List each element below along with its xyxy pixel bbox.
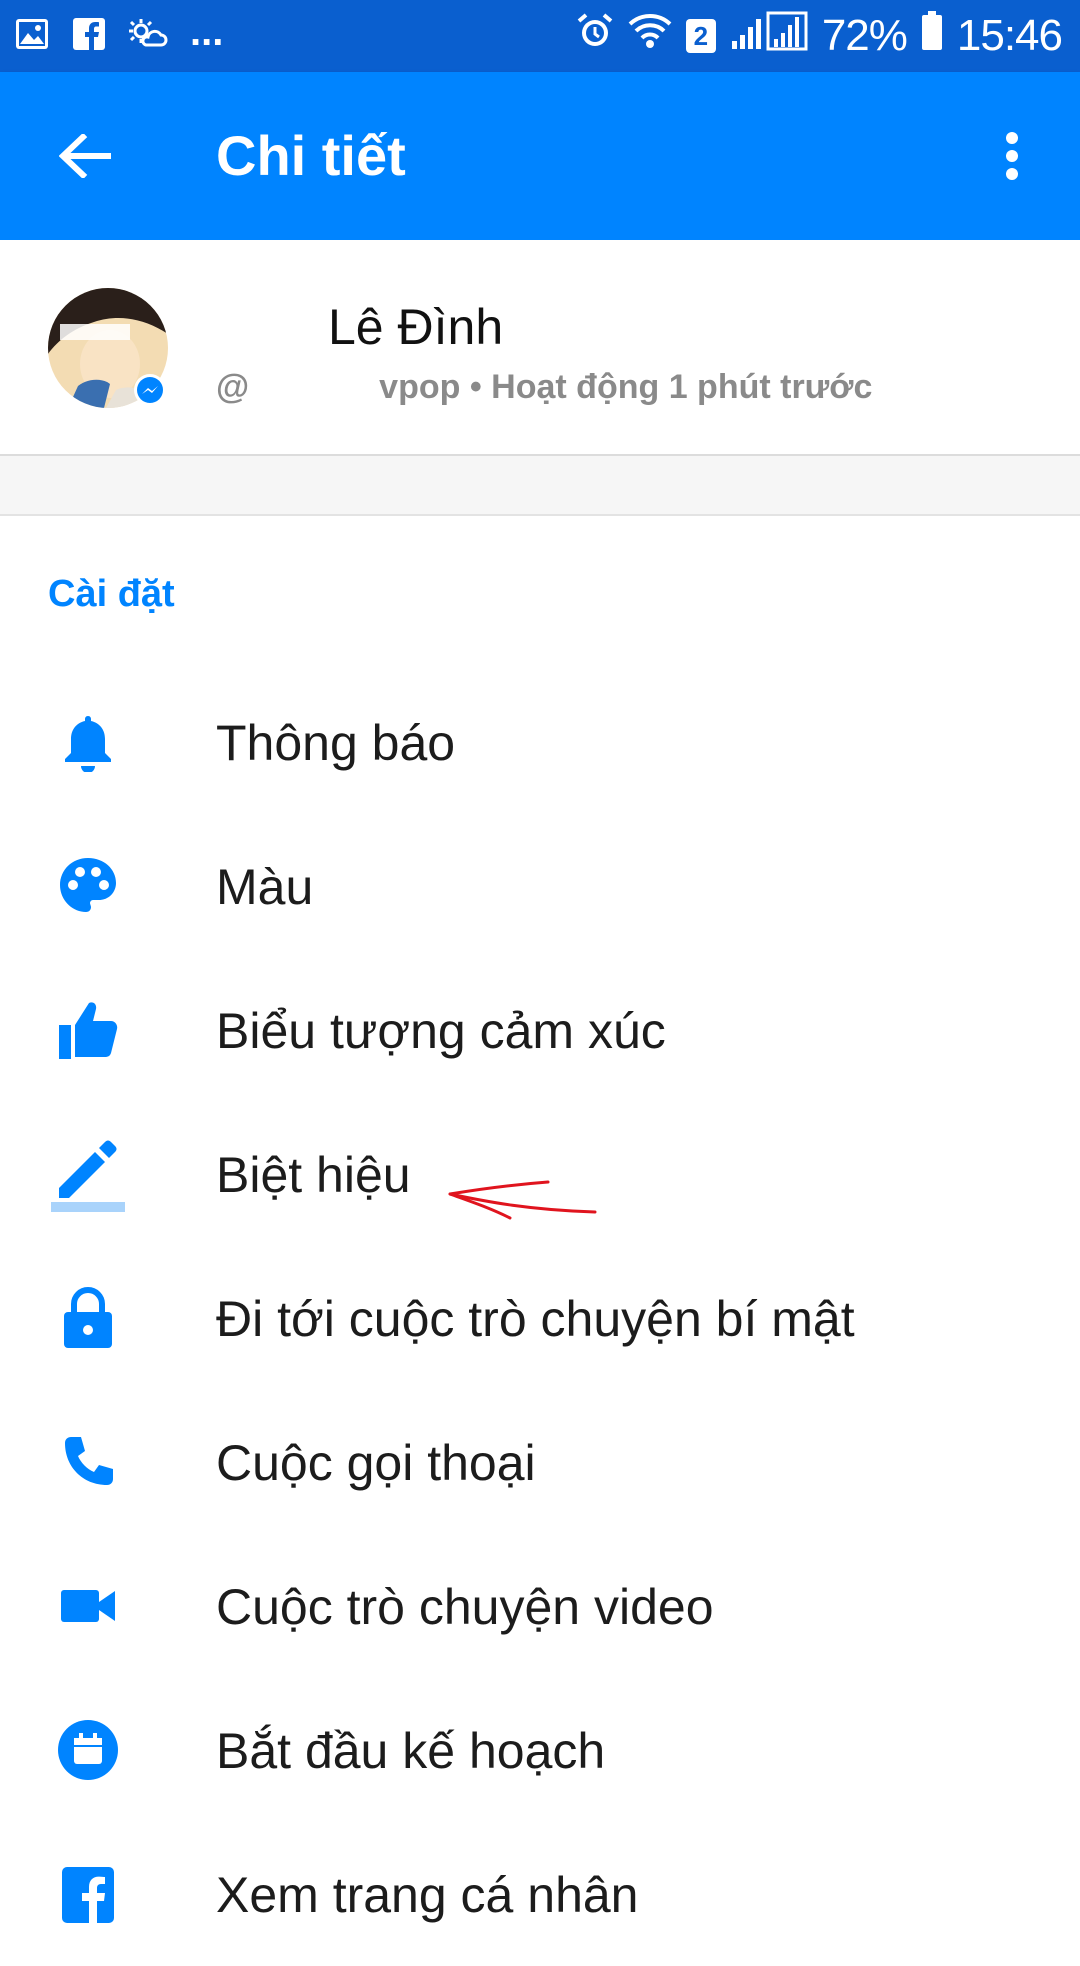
phone-icon: [48, 1422, 128, 1502]
palette-icon: [48, 846, 128, 926]
settings-item-notifications[interactable]: Thông báo: [0, 670, 1080, 814]
notification-area: ...: [14, 12, 223, 60]
back-button[interactable]: [40, 116, 130, 196]
profile-name: Lê Đình: [328, 299, 504, 355]
alarm-icon: [576, 11, 614, 61]
gallery-icon: [14, 17, 50, 56]
profile-header[interactable]: Lê Đình @ vpop • Hoạt động 1 phút trước: [0, 240, 1080, 456]
settings-item-label: Thông báo: [216, 715, 456, 771]
sim-badge: 2: [685, 19, 716, 53]
settings-item-label: Biệt hiệu: [216, 1147, 411, 1203]
pencil-icon: [48, 1134, 128, 1214]
battery-icon: [921, 10, 943, 62]
username-prefix: @: [216, 368, 250, 406]
clock: 15:46: [956, 11, 1063, 60]
settings-item-color[interactable]: Màu: [0, 814, 1080, 958]
settings-item-label: Cuộc trò chuyện video: [216, 1579, 714, 1635]
more-vertical-icon: [1006, 132, 1018, 180]
settings-item-label: Biểu tượng cảm xúc: [216, 1003, 666, 1059]
status-bar: ... 2 72% 15:46: [0, 0, 1080, 72]
battery-percent: 72%: [821, 11, 908, 60]
settings-item-label: Bắt đầu kế hoạch: [216, 1723, 606, 1779]
settings-item-voice-call[interactable]: Cuộc gọi thoại: [0, 1390, 1080, 1534]
annotation-arrow: [448, 1180, 597, 1220]
activity-status: • Hoạt động 1 phút trước: [469, 368, 873, 406]
facebook-icon: [48, 1854, 128, 1934]
lock-icon: [48, 1278, 128, 1358]
settings-item-label: Cuộc gọi thoại: [216, 1435, 536, 1491]
more-notifications-indicator: ...: [190, 10, 224, 54]
profile-status: @ vpop • Hoạt động 1 phút trước: [216, 366, 872, 408]
section-divider: [0, 456, 1080, 516]
settings-item-emoji[interactable]: Biểu tượng cảm xúc: [0, 958, 1080, 1102]
weather-icon: [128, 17, 168, 56]
section-title-settings: Cài đặt: [48, 573, 175, 615]
avatar: [48, 288, 168, 408]
settings-item-plan[interactable]: Bắt đầu kế hoạch: [0, 1678, 1080, 1822]
settings-item-label: Đi tới cuộc trò chuyện bí mật: [216, 1291, 855, 1347]
facebook-icon: [72, 17, 106, 56]
arrow-left-icon: [59, 134, 111, 178]
calendar-icon: [48, 1710, 128, 1790]
thumbs-up-icon: [48, 990, 128, 1070]
page-title: Chi tiết: [216, 124, 406, 187]
system-status: 2 72% 15:46: [576, 10, 1063, 62]
signal-icon: [730, 11, 808, 62]
settings-item-view-profile[interactable]: Xem trang cá nhân: [0, 1822, 1080, 1966]
settings-item-secret-conversation[interactable]: Đi tới cuộc trò chuyện bí mật: [0, 1246, 1080, 1390]
video-camera-icon: [48, 1566, 128, 1646]
wifi-icon: [628, 11, 672, 61]
bell-icon: [48, 702, 128, 782]
settings-list: Thông báo Màu Biểu tượng cảm xúc Biệt hi…: [0, 670, 1080, 1966]
app-bar: Chi tiết: [0, 72, 1080, 240]
more-options-button[interactable]: [972, 116, 1052, 196]
username-suffix: vpop: [379, 368, 461, 406]
settings-item-label: Xem trang cá nhân: [216, 1867, 639, 1923]
settings-item-label: Màu: [216, 859, 314, 915]
settings-item-video-call[interactable]: Cuộc trò chuyện video: [0, 1534, 1080, 1678]
